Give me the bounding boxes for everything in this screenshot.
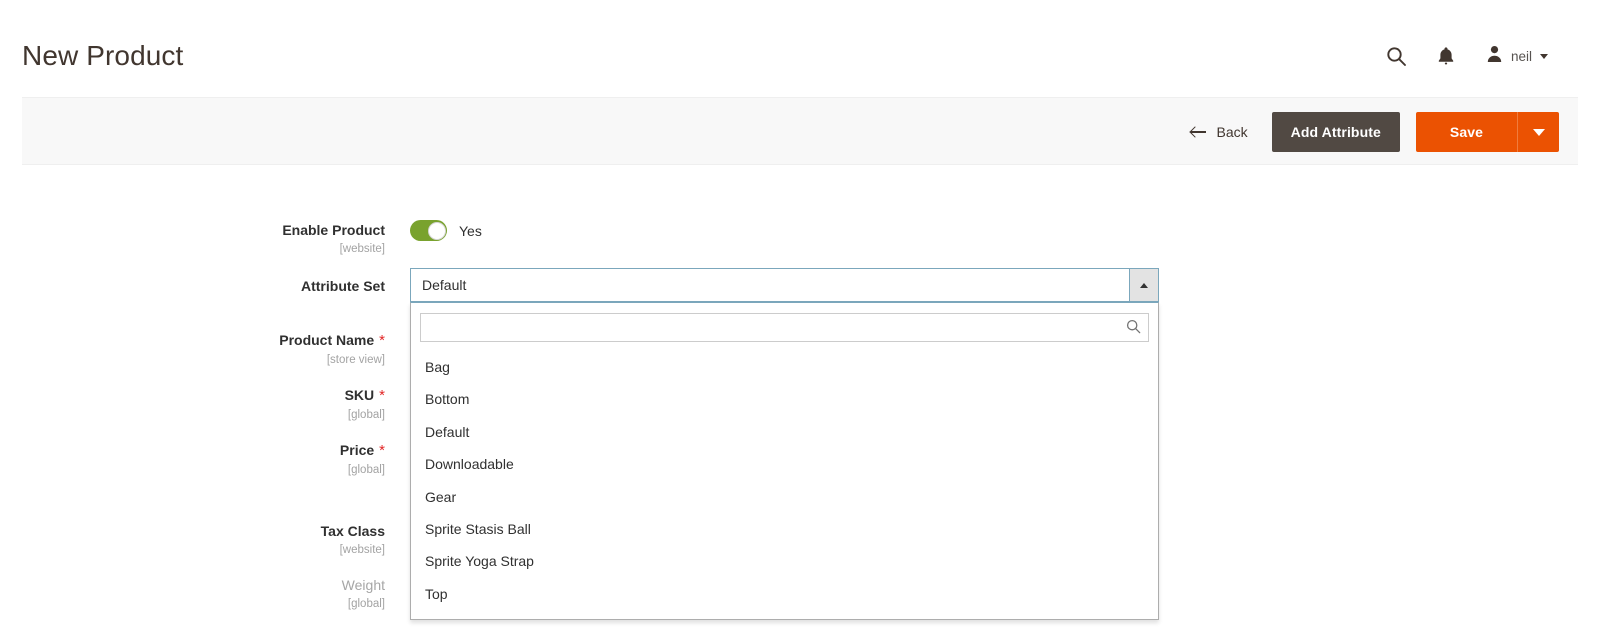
attribute-set-search (420, 313, 1149, 342)
attribute-set-option[interactable]: Gear (420, 482, 1149, 514)
search-icon[interactable] (1386, 46, 1407, 67)
attribute-set-option[interactable]: Sprite Stasis Ball (420, 514, 1149, 546)
attribute-set-option-list: Bag Bottom Default Downloadable Gear Sprite S… (420, 352, 1149, 611)
required-marker: * (379, 387, 385, 404)
field-scope: [website] (339, 242, 385, 255)
attribute-set-selected-value[interactable]: Default (410, 268, 1129, 302)
attribute-set-select: Default (410, 268, 1159, 302)
add-attribute-button[interactable]: Add Attribute (1271, 112, 1400, 152)
chevron-down-icon (1532, 128, 1545, 136)
field-label-product-name: Product Name * [store view] (0, 332, 385, 367)
field-label-attribute-set: Attribute Set (301, 278, 385, 294)
bell-icon[interactable] (1437, 46, 1455, 66)
product-form: Enable Product [website] Yes Attribute S… (0, 165, 1600, 639)
attribute-set-dropdown-panel: Bag Bottom Default Downloadable Gear Sprite S… (410, 302, 1159, 621)
save-split-button: Save (1415, 112, 1559, 152)
save-options-toggle[interactable] (1517, 112, 1559, 152)
back-button[interactable]: Back (1183, 118, 1256, 146)
header-tools: neil (1386, 44, 1548, 68)
page-header: New Product neil (0, 0, 1600, 96)
attribute-set-option[interactable]: Bottom (420, 384, 1149, 416)
page-title: New Product (22, 40, 184, 71)
toggle-knob (427, 221, 446, 240)
user-menu[interactable]: neil (1485, 44, 1548, 68)
attribute-set-search-input[interactable] (420, 313, 1149, 342)
user-name: neil (1510, 48, 1532, 64)
enable-product-control: Yes (410, 220, 482, 241)
field-label-price: Price * [global] (0, 442, 385, 477)
attribute-set-option[interactable]: Top (420, 579, 1149, 611)
chevron-up-icon (1140, 282, 1148, 288)
attribute-set-option[interactable]: Default (420, 417, 1149, 449)
action-toolbar: Back Add Attribute Save (22, 97, 1578, 165)
field-label-sku: SKU * [global] (0, 387, 385, 422)
field-label-enable-product: Enable Product [website] (0, 222, 385, 256)
arrow-left-icon (1190, 126, 1207, 138)
field-scope: [global] (347, 408, 385, 421)
field-scope: [store view] (326, 353, 385, 366)
back-button-label: Back (1216, 124, 1248, 140)
enable-product-toggle[interactable] (410, 220, 447, 241)
chevron-down-icon (1540, 53, 1548, 59)
user-avatar-icon (1485, 44, 1504, 68)
field-scope: [website] (339, 543, 385, 556)
required-marker: * (379, 442, 385, 459)
save-button[interactable]: Save (1415, 112, 1517, 152)
attribute-set-toggle[interactable] (1129, 268, 1159, 302)
required-marker: * (379, 332, 385, 349)
attribute-set-option[interactable]: Sprite Yoga Strap (420, 546, 1149, 578)
field-scope: [global] (347, 463, 385, 476)
field-label-weight: Weight [global] (0, 577, 385, 611)
attribute-set-option[interactable]: Downloadable (420, 449, 1149, 481)
field-scope: [global] (347, 597, 385, 610)
field-label-tax-class: Tax Class [website] (0, 523, 385, 557)
action-toolbar-buttons: Back Add Attribute Save (1183, 98, 1559, 166)
attribute-set-option[interactable]: Bag (420, 352, 1149, 384)
enable-product-value: Yes (459, 222, 482, 239)
